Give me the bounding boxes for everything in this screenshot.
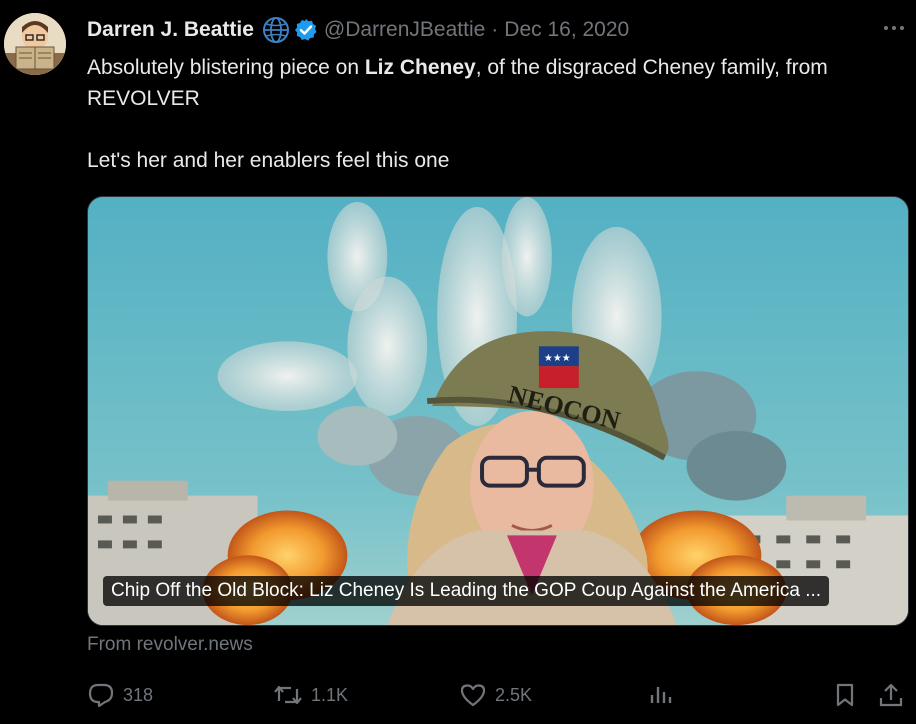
views-button[interactable]: [647, 676, 675, 714]
display-name[interactable]: Darren J. Beattie: [87, 18, 254, 42]
avatar[interactable]: [4, 13, 66, 75]
repost-button[interactable]: 1.1K: [273, 676, 348, 714]
views-icon: [647, 681, 675, 709]
bookmark-button[interactable]: [831, 676, 859, 714]
helmet-label: NEOCON: [505, 380, 623, 436]
tweet-text-segment: Absolutely blistering piece on: [87, 56, 365, 79]
repost-icon: [273, 681, 303, 709]
more-options-icon[interactable]: [880, 18, 908, 38]
reply-icon: [87, 681, 115, 709]
repost-count: 1.1K: [311, 684, 349, 705]
globe-icon: [262, 16, 290, 44]
bookmark-icon: [831, 681, 859, 709]
like-button[interactable]: 2.5K: [459, 676, 532, 714]
share-icon: [877, 681, 905, 709]
reply-count: 318: [123, 684, 154, 705]
action-bar: 318 1.1K 2.5K: [87, 676, 909, 714]
link-card[interactable]: ★★★ NEOCON: [87, 196, 909, 626]
tweet-text-bold: Liz Cheney: [364, 56, 476, 79]
tweet: Darren J. Beattie @DarrenJBeattie · Dec …: [0, 0, 916, 724]
tweet-header: Darren J. Beattie @DarrenJBeattie · Dec …: [87, 14, 629, 46]
like-count: 2.5K: [495, 684, 533, 705]
share-button[interactable]: [877, 676, 905, 714]
like-icon: [459, 681, 487, 709]
tweet-paragraph-1: Absolutely blistering piece on Liz Chene…: [87, 52, 887, 114]
tweet-date[interactable]: Dec 16, 2020: [504, 18, 629, 42]
reply-button[interactable]: 318: [87, 676, 153, 714]
card-source[interactable]: From revolver.news: [87, 634, 253, 656]
tweet-paragraph-2: Let's her and her enablers feel this one: [87, 149, 450, 172]
separator-dot: ·: [491, 18, 499, 41]
tweet-text: Absolutely blistering piece on Liz Chene…: [87, 52, 887, 176]
verified-badge-icon: [294, 18, 318, 42]
svg-text:NEOCON: NEOCON: [505, 380, 623, 436]
handle[interactable]: @DarrenJBeattie: [324, 18, 485, 42]
card-title[interactable]: Chip Off the Old Block: Liz Cheney Is Le…: [103, 576, 830, 606]
